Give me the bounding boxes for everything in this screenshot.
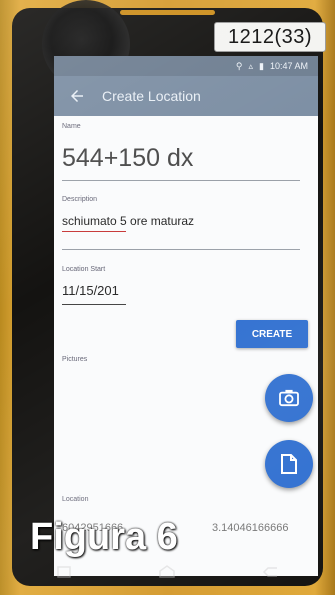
create-button[interactable]: CREATE bbox=[236, 320, 308, 348]
name-underline bbox=[62, 180, 300, 181]
phone-speaker bbox=[120, 10, 215, 15]
wifi-status-icon: ▵ bbox=[248, 60, 254, 71]
page-title: Create Location bbox=[102, 88, 201, 104]
description-label: Description bbox=[62, 196, 98, 203]
name-input[interactable]: 544+150 dx bbox=[62, 144, 193, 173]
app-bar: Create Location bbox=[54, 76, 318, 116]
pictures-label: Pictures bbox=[62, 356, 88, 363]
location-longitude: 3.14046166666 bbox=[212, 522, 289, 534]
document-icon bbox=[281, 454, 297, 474]
recents-nav-icon[interactable] bbox=[54, 565, 74, 579]
description-underline bbox=[62, 249, 300, 250]
attach-document-button[interactable] bbox=[265, 440, 313, 488]
battery-status-icon: ▮ bbox=[259, 60, 264, 71]
description-input[interactable]: schiumato 5 ore maturaz bbox=[62, 214, 194, 228]
device-id-sticker: 1212(33) bbox=[214, 22, 326, 52]
arrow-back-icon[interactable] bbox=[68, 87, 86, 105]
location-start-underline bbox=[62, 304, 126, 305]
back-nav-icon[interactable] bbox=[261, 565, 281, 579]
app-screen: ⚲ ▵ ▮ 10:47 AM Create Location Name 544+… bbox=[54, 56, 318, 576]
location-start-input[interactable]: 11/15/201 bbox=[62, 283, 119, 298]
phone-body: 1212(33) ⚲ ▵ ▮ 10:47 AM Create Location … bbox=[0, 0, 335, 595]
system-nav-bar bbox=[12, 558, 323, 586]
location-start-label: Location Start bbox=[62, 266, 106, 273]
location-label: Location bbox=[62, 496, 89, 503]
figure-caption: Figura 6 bbox=[30, 516, 178, 558]
status-time: 10:47 AM bbox=[269, 61, 308, 71]
camera-button[interactable] bbox=[265, 374, 313, 422]
status-bar: ⚲ ▵ ▮ 10:47 AM bbox=[54, 56, 318, 76]
location-status-icon: ⚲ bbox=[235, 60, 243, 71]
spellcheck-underline bbox=[62, 231, 126, 232]
camera-icon bbox=[279, 389, 299, 407]
home-nav-icon[interactable] bbox=[157, 565, 177, 579]
name-label: Name bbox=[62, 123, 81, 130]
